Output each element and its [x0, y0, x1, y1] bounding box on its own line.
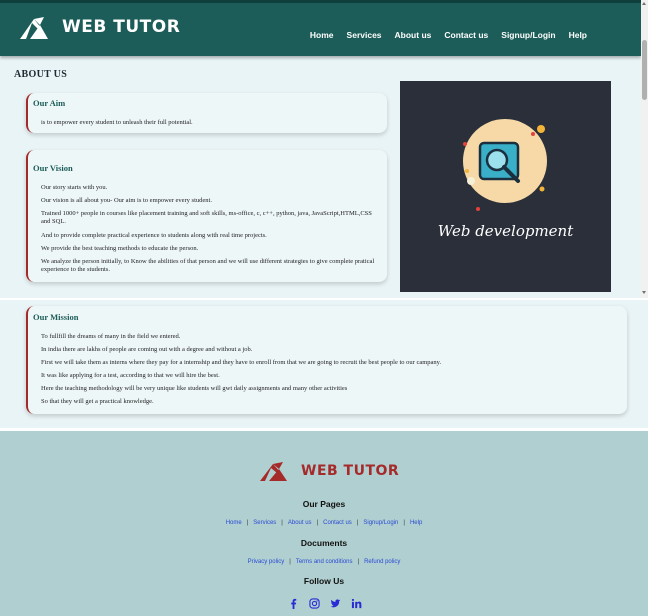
mission-paragraph: To fullfill the dreams of many in the fi…	[41, 333, 181, 340]
logo-mark-icon	[20, 17, 48, 39]
footer-link-privacy-policy[interactable]: Privacy policy	[248, 559, 285, 565]
footer-logo-mark-icon	[260, 462, 287, 481]
footer: WEB TUTOR Our Pages Home | Services | About …	[0, 431, 648, 616]
web-development-image: Web development	[400, 81, 611, 292]
nav-about-us[interactable]: About us	[395, 30, 432, 40]
about-heading: ABOUT US	[14, 69, 68, 80]
mission-paragraph: It was like applying for a test, accordi…	[41, 372, 220, 379]
footer-document-links: Privacy policy | Terms and conditions | Refu…	[247, 559, 401, 565]
aim-text: is to empower every student to unleash t…	[41, 119, 193, 126]
mission-paragraph: In india there are lakhs of people are c…	[41, 346, 253, 353]
image-caption: Web development	[437, 222, 574, 240]
mission-card: Our Mission To fullfill the dreams of ma…	[26, 306, 627, 414]
brand-name: WEB TUTOR	[62, 17, 181, 37]
vision-paragraph: We analyze the person initially, to Know…	[41, 258, 375, 273]
section-divider	[0, 298, 648, 300]
mission-paragraph: So that they will get a practical knowle…	[41, 398, 154, 405]
follow-us-heading: Follow Us	[303, 576, 345, 586]
nav-contact-us[interactable]: Contact us	[444, 30, 488, 40]
footer-link-signup-login[interactable]: Signup/Login	[363, 520, 398, 526]
facebook-icon[interactable]	[288, 598, 299, 609]
nav-home[interactable]: Home	[310, 30, 334, 40]
vision-card: Our Vision Our story starts with you. Ou…	[26, 150, 387, 282]
instagram-icon[interactable]	[309, 598, 320, 609]
footer-link-help[interactable]: Help	[410, 520, 422, 526]
vision-title: Our Vision	[33, 163, 73, 173]
scroll-up-icon[interactable]	[642, 2, 646, 5]
magnifier-illustration-icon	[463, 119, 547, 211]
aim-title: Our Aim	[33, 98, 66, 108]
navbar: WEB TUTOR Home Services About us Contact…	[0, 0, 641, 56]
footer-pages-links: Home | Services | About us | Contact us | Signup…	[225, 520, 423, 526]
vision-paragraph: We provide the best teaching methods to …	[41, 245, 199, 252]
vision-paragraph: Our vision is all about you- Our aim is …	[41, 197, 212, 204]
footer-link-refund-policy[interactable]: Refund policy	[364, 559, 400, 565]
mission-title: Our Mission	[33, 312, 79, 322]
linkedin-icon[interactable]	[351, 598, 362, 609]
nav-help[interactable]: Help	[569, 30, 587, 40]
footer-link-about-us[interactable]: About us	[288, 520, 312, 526]
footer-brand-name: WEB TUTOR	[301, 463, 400, 479]
footer-link-services[interactable]: Services	[253, 520, 276, 526]
main-nav: Home Services About us Contact us Signup…	[310, 30, 587, 40]
nav-services[interactable]: Services	[347, 30, 382, 40]
page-scrollbar[interactable]	[641, 0, 648, 298]
scroll-thumb[interactable]	[642, 40, 647, 100]
our-pages-heading: Our Pages	[302, 499, 346, 509]
social-links	[288, 598, 362, 609]
documents-heading: Documents	[300, 538, 348, 548]
vision-paragraph: Trained 1000+ people in courses like pla…	[41, 210, 372, 225]
brand-logo[interactable]: WEB TUTOR	[20, 15, 180, 39]
footer-link-terms[interactable]: Terms and conditions	[296, 559, 353, 565]
footer-link-contact-us[interactable]: Contact us	[323, 520, 352, 526]
footer-logo[interactable]: WEB TUTOR	[260, 461, 399, 481]
vision-paragraph: And to provide complete practical experi…	[41, 232, 267, 239]
nav-signup-login[interactable]: Signup/Login	[501, 30, 555, 40]
vision-paragraph: Our story starts with you.	[41, 184, 108, 191]
footer-link-home[interactable]: Home	[226, 520, 242, 526]
mission-paragraph: First we will take them as interns where…	[41, 359, 442, 366]
aim-card: Our Aim is to empower every student to u…	[26, 93, 387, 133]
twitter-icon[interactable]	[330, 598, 341, 609]
scroll-down-icon[interactable]	[642, 291, 646, 294]
mission-paragraph: Here the teaching methodology will be ve…	[41, 385, 348, 392]
